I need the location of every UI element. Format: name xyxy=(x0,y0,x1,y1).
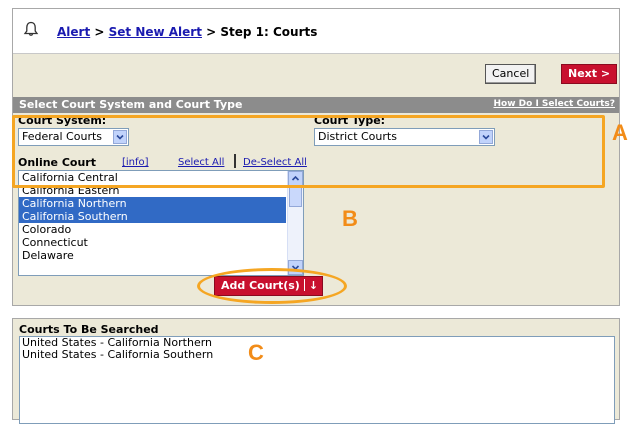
annotation-box-a xyxy=(12,115,605,188)
court-list-item[interactable]: California Northern xyxy=(19,197,286,210)
section-header: Select Court System and Court Type How D… xyxy=(13,97,619,113)
searched-list-item[interactable]: United States - California Southern xyxy=(20,349,614,361)
section-title: Select Court System and Court Type xyxy=(19,98,243,111)
courts-to-be-searched-panel: Courts To Be Searched United States - Ca… xyxy=(12,318,620,424)
breadcrumb-set-new-alert-link[interactable]: Set New Alert xyxy=(109,25,202,39)
courts-to-be-searched-listbox[interactable]: United States - California Northern Unite… xyxy=(19,336,615,424)
breadcrumb-current-step: Step 1: Courts xyxy=(220,25,318,39)
annotation-letter-c: C xyxy=(248,340,264,365)
breadcrumb-alert-link[interactable]: Alert xyxy=(57,25,90,39)
bell-icon xyxy=(23,21,39,36)
annotation-ellipse-add xyxy=(197,268,347,304)
court-list-item[interactable]: Colorado xyxy=(19,223,286,236)
cancel-button[interactable]: Cancel xyxy=(485,64,537,84)
scroll-thumb[interactable] xyxy=(289,187,302,207)
searched-list-items: United States - California Northern Unite… xyxy=(20,337,614,361)
breadcrumb-separator: > xyxy=(90,25,109,39)
breadcrumb: Alert > Set New Alert > Step 1: Courts xyxy=(57,25,317,39)
annotation-letter-a: A xyxy=(612,120,628,145)
court-list-item[interactable]: California Southern xyxy=(19,210,286,223)
breadcrumb-separator: > xyxy=(201,25,221,39)
header-bar: Alert > Set New Alert > Step 1: Courts xyxy=(13,9,619,54)
court-list-item[interactable]: Connecticut xyxy=(19,236,286,249)
annotation-letter-b: B xyxy=(342,206,358,231)
next-button[interactable]: Next > xyxy=(561,64,618,84)
court-list-item[interactable]: Delaware xyxy=(19,249,286,262)
courts-to-be-searched-label: Courts To Be Searched xyxy=(19,323,159,336)
how-to-select-courts-link[interactable]: How Do I Select Courts? xyxy=(494,99,616,109)
